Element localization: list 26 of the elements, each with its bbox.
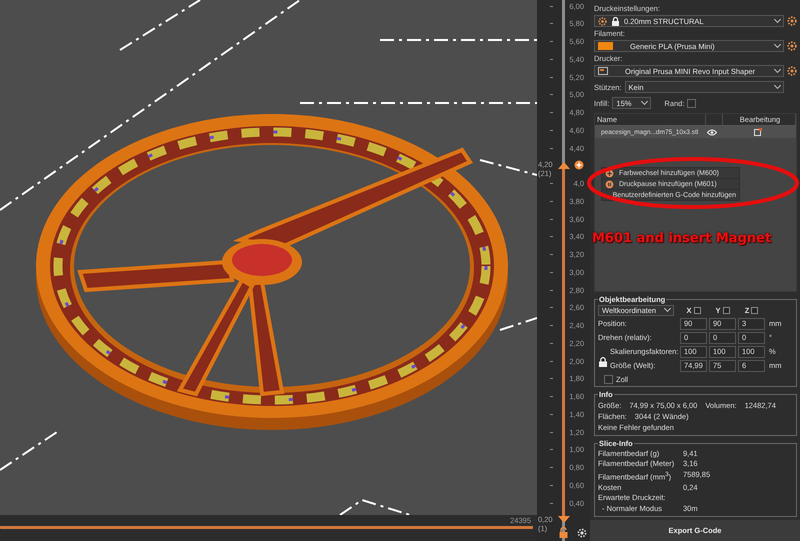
bed-grid-line	[500, 317, 537, 331]
brim-checkbox[interactable]	[687, 98, 696, 108]
eye-icon[interactable]	[707, 128, 717, 136]
pause-icon	[605, 180, 614, 188]
3d-viewport[interactable]	[0, 0, 537, 515]
edit-icon[interactable]	[754, 128, 762, 136]
axis-icon[interactable]	[722, 306, 730, 314]
inches-checkbox[interactable]	[604, 374, 613, 384]
settings-icon[interactable]	[577, 528, 587, 538]
axis-icon[interactable]	[751, 306, 758, 314]
settings-icon[interactable]	[787, 16, 797, 26]
move-slider[interactable]	[0, 526, 533, 529]
bed-grid-line	[339, 498, 410, 515]
layer-thumb[interactable]	[558, 160, 570, 169]
settings-icon[interactable]	[787, 66, 797, 76]
add-plus-icon[interactable]	[574, 160, 584, 170]
axis-icon[interactable]	[694, 306, 700, 314]
plus-icon	[605, 168, 614, 178]
settings-icon[interactable]	[787, 41, 797, 51]
bed-grid-line	[480, 159, 537, 176]
layer-thumb[interactable]	[558, 516, 570, 524]
gear-icon	[598, 16, 607, 26]
lock-icon[interactable]	[559, 527, 568, 538]
lock-icon[interactable]	[599, 356, 607, 366]
printer-icon	[598, 67, 608, 75]
annotation-text: M601 and insert Magnet	[592, 231, 772, 246]
